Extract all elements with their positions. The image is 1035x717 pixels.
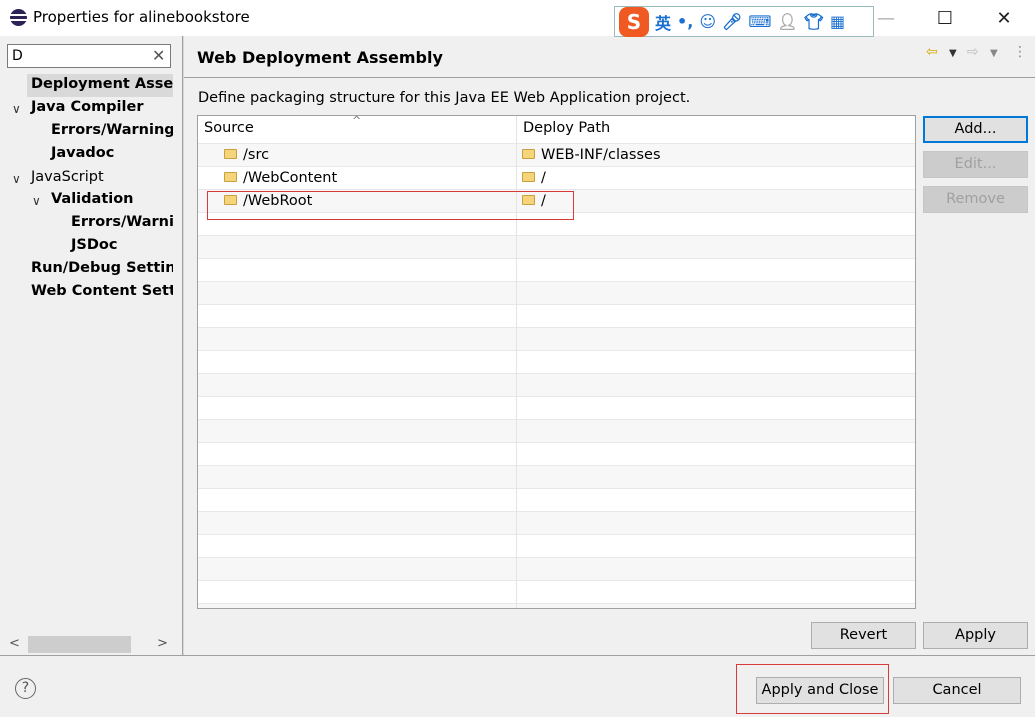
view-menu-icon[interactable]: ⋮: [1013, 44, 1027, 60]
scroll-left-icon[interactable]: <: [9, 636, 20, 651]
keyboard-icon[interactable]: ⌨: [748, 12, 771, 31]
back-dropdown-icon[interactable]: ▼: [949, 48, 957, 59]
tree-item-javadoc[interactable]: Javadoc: [0, 142, 173, 164]
assembly-table[interactable]: Source ^ Deploy Path /src WEB-INF/classe…: [197, 115, 916, 609]
tree-item-errors-warnings[interactable]: Errors/Warnings: [0, 119, 173, 141]
revert-button[interactable]: Revert: [811, 622, 916, 649]
page-title: Web Deployment Assembly: [197, 48, 443, 67]
microphone-icon[interactable]: 🎤︎: [722, 12, 742, 31]
ime-punct[interactable]: •,: [677, 12, 693, 31]
emoji-icon[interactable]: ☺: [699, 12, 716, 31]
sort-indicator-icon: ^: [352, 115, 362, 127]
empty-row: [198, 419, 915, 442]
empty-row: [198, 442, 915, 465]
folder-icon: [522, 172, 535, 182]
eclipse-logo-icon: [10, 9, 27, 26]
tree-item-run-debug-settings[interactable]: Run/Debug Settings: [0, 257, 173, 279]
divider: [0, 655, 1035, 656]
add-button[interactable]: Add...: [923, 116, 1028, 143]
folder-icon: [224, 172, 237, 182]
empty-row: [198, 488, 915, 511]
folder-icon: [522, 149, 535, 159]
forward-dropdown-icon[interactable]: ▼: [990, 48, 998, 59]
empty-row: [198, 465, 915, 488]
column-divider[interactable]: [516, 116, 517, 608]
folder-icon: [224, 149, 237, 159]
tree-item-javascript[interactable]: JavaScript: [0, 166, 173, 188]
empty-row: [198, 580, 915, 603]
tree-item-validation[interactable]: Validation: [0, 188, 173, 210]
scrollbar-thumb[interactable]: [28, 636, 131, 653]
empty-row: [198, 557, 915, 580]
empty-row: [198, 511, 915, 534]
ime-toolbar[interactable]: S 英 •, ☺ 🎤︎ ⌨ 👤︎ 👕︎ ▦: [614, 6, 874, 37]
filter-input[interactable]: D: [7, 44, 171, 68]
forward-arrow-icon[interactable]: ⇨: [967, 44, 979, 60]
empty-row: [198, 304, 915, 327]
minimize-button[interactable]: —: [866, 8, 906, 29]
column-header-deploy-path[interactable]: Deploy Path: [523, 120, 610, 136]
empty-row: [198, 281, 915, 304]
empty-row: [198, 350, 915, 373]
empty-row: [198, 258, 915, 281]
close-button[interactable]: ✕: [984, 8, 1024, 29]
empty-row: [198, 603, 915, 608]
annotation-box: [736, 664, 889, 714]
divider: [184, 77, 1035, 78]
tree-item-js-errors-warnings[interactable]: Errors/Warnings: [0, 211, 173, 233]
help-icon[interactable]: ?: [15, 678, 36, 699]
cancel-button[interactable]: Cancel: [893, 677, 1021, 704]
description: Define packaging structure for this Java…: [198, 90, 691, 106]
ime-language[interactable]: 英: [655, 10, 671, 34]
empty-row: [198, 534, 915, 557]
sash[interactable]: [182, 36, 184, 656]
table-row[interactable]: /WebContent /: [198, 166, 915, 189]
maximize-button[interactable]: ☐: [925, 8, 965, 29]
annotation-box: [207, 191, 574, 220]
back-arrow-icon[interactable]: ⇦: [926, 44, 938, 60]
remove-button[interactable]: Remove: [923, 186, 1028, 213]
clear-filter-icon[interactable]: ✕: [152, 46, 165, 65]
sogou-logo-icon: S: [619, 6, 649, 37]
empty-row: [198, 373, 915, 396]
tree-item-web-content-settings[interactable]: Web Content Settings: [0, 280, 173, 302]
empty-row: [198, 327, 915, 350]
window-title: Properties for alinebookstore: [33, 8, 250, 26]
empty-row: [198, 396, 915, 419]
empty-row: [198, 235, 915, 258]
apply-button[interactable]: Apply: [923, 622, 1028, 649]
edit-button[interactable]: Edit...: [923, 151, 1028, 178]
scroll-right-icon[interactable]: >: [157, 636, 168, 651]
tree-item-deployment-assembly[interactable]: Deployment Assembly: [0, 73, 173, 95]
table-row[interactable]: /src WEB-INF/classes: [198, 143, 915, 166]
column-header-source[interactable]: Source: [204, 120, 254, 136]
tree-item-jsdoc[interactable]: JSDoc: [0, 234, 173, 256]
user-icon[interactable]: 👤︎: [777, 12, 797, 31]
grid-icon[interactable]: ▦: [830, 12, 845, 31]
shirt-icon[interactable]: 👕︎: [804, 12, 824, 31]
tree-item-java-compiler[interactable]: Java Compiler: [0, 96, 173, 118]
